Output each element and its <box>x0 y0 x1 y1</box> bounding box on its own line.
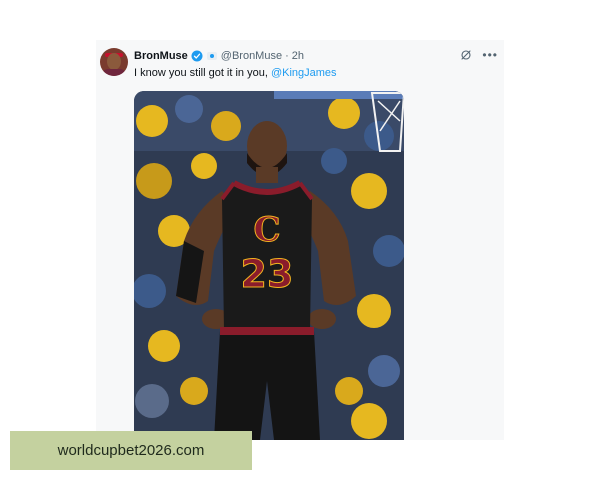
verified-badge-icon <box>191 50 203 62</box>
grok-icon[interactable] <box>460 49 472 61</box>
mention-link[interactable]: @KingJames <box>271 67 337 79</box>
timestamp[interactable]: 2h <box>292 50 304 62</box>
watermark-banner: worldcupbet2026.com <box>10 431 252 470</box>
separator-dot: · <box>285 50 289 62</box>
affiliate-badge-icon <box>206 52 217 60</box>
display-name[interactable]: BronMuse <box>134 50 188 62</box>
more-options-icon[interactable]: ••• <box>482 49 498 61</box>
screenshot-stage: BronMuse @BronMuse · 2h ••• I know you s… <box>0 0 600 480</box>
tweet-header: BronMuse @BronMuse · 2h <box>134 49 304 63</box>
avatar-face <box>107 53 121 70</box>
jersey-number: 23 <box>241 252 294 296</box>
tweet-actions-top: ••• <box>460 49 498 61</box>
tweet-text: I know you still got it in you, @KingJam… <box>134 67 337 79</box>
user-handle[interactable]: @BronMuse <box>221 50 282 62</box>
player-photo-illustration: C 23 <box>134 91 404 440</box>
avatar-jersey <box>102 69 126 76</box>
tweet-photo[interactable]: C 23 <box>134 91 404 440</box>
tweet-body: I know you still got it in you, <box>134 67 271 79</box>
watermark-text: worldcupbet2026.com <box>57 442 205 459</box>
tweet-card[interactable]: BronMuse @BronMuse · 2h ••• I know you s… <box>96 40 504 440</box>
avatar[interactable] <box>100 48 128 76</box>
jersey-logo: C <box>253 210 280 250</box>
